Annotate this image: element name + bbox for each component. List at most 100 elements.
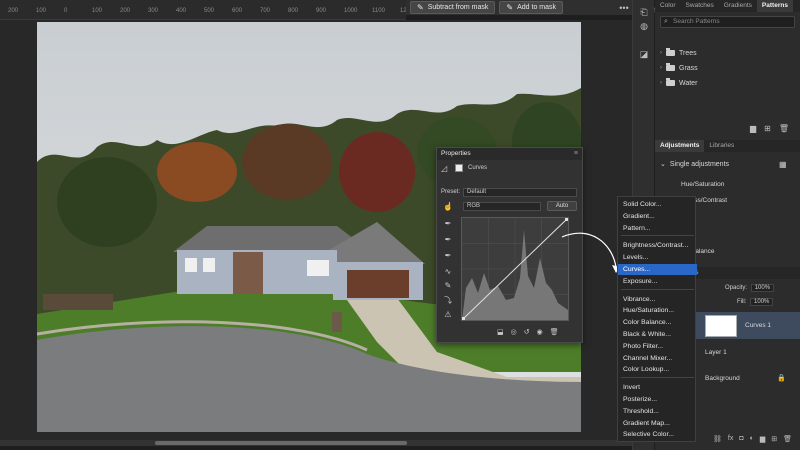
menu-item-color-lookup[interactable]: Color Lookup... [618, 364, 697, 375]
menu-item-threshold[interactable]: Threshold... [618, 406, 697, 417]
curves-histogram [461, 217, 569, 321]
panel-menu-icon[interactable]: ≡ [574, 150, 578, 158]
menu-item-hue-saturation[interactable]: Hue/Saturation... [618, 305, 697, 316]
add-to-mask-button[interactable]: ✎ Add to mask [499, 1, 564, 14]
horizontal-scrollbar[interactable] [0, 440, 632, 446]
menu-item-levels[interactable]: Levels... [618, 252, 697, 263]
ruler-tick-label: 500 [204, 8, 215, 14]
layer-mask-thumbnail [705, 315, 737, 337]
menu-item-curves[interactable]: Curves... [618, 264, 697, 275]
curves-graph[interactable] [461, 217, 569, 321]
menu-item-channel-mixer[interactable]: Channel Mixer... [618, 353, 697, 364]
menu-item-invert[interactable]: Invert [618, 382, 697, 393]
subtract-from-mask-button[interactable]: ✎ Subtract from mask [410, 1, 496, 14]
layer-name-curves: Curves 1 [745, 322, 772, 329]
folder-trees-label: Trees [679, 49, 697, 57]
menu-item-posterize[interactable]: Posterize... [618, 394, 697, 405]
add-mask-icon[interactable]: ◘ [739, 435, 743, 443]
fx-icon[interactable]: fx [728, 435, 733, 443]
menu-item-solid-color[interactable]: Solid Color... [618, 199, 697, 210]
new-layer-icon[interactable]: ⊞ [771, 435, 777, 443]
fill-control[interactable]: Fill: 100% [737, 298, 774, 306]
scrollbar-thumb[interactable] [155, 441, 407, 445]
adjustment-layer-icon[interactable]: ◐ [750, 435, 754, 443]
horizontal-ruler: 200 100 0 100 200 300 400 500 600 700 800 900 1000 11… [0, 0, 749, 20]
menu-item-gradient-map[interactable]: Gradient Map... [618, 418, 697, 429]
chevron-down-icon: ⌄ [660, 161, 666, 168]
ruler-tick-label: 800 [288, 8, 299, 14]
menu-item-color-balance[interactable]: Color Balance... [618, 317, 697, 328]
target-adjust-icon[interactable]: ☝ [441, 202, 455, 214]
folder-grass[interactable]: › Grass [660, 63, 698, 73]
search-patterns-input[interactable]: ⌕ Search Patterns [660, 16, 795, 28]
delete-pattern-icon[interactable]: 🗑 [779, 124, 789, 133]
ruler-tick-label: 200 [120, 8, 131, 14]
delete-layer-icon[interactable]: 🗑 [783, 435, 792, 443]
single-adjustments-header[interactable]: ⌄ Single adjustments [660, 160, 729, 169]
more-options-button[interactable]: ••• [616, 3, 632, 13]
search-icon: ⌕ [664, 18, 668, 25]
menu-item-pattern[interactable]: Pattern... [618, 223, 697, 234]
menu-item-brightness-contrast[interactable]: Brightness/Contrast... [618, 240, 697, 251]
folder-trees[interactable]: › Trees [660, 48, 697, 58]
eyedropper-black-icon[interactable]: ✒ [441, 219, 455, 231]
link-icon[interactable]: ⛓ [713, 435, 722, 443]
patterns-tab-gradients[interactable]: Gradients [719, 0, 757, 12]
curve-point-tool-icon[interactable]: ∿ [441, 267, 455, 279]
menu-separator [621, 235, 694, 237]
channel-select[interactable]: RGB [463, 202, 541, 211]
trash-icon[interactable]: 🗑 [550, 328, 559, 336]
eyedropper-white-icon[interactable]: ✒ [441, 251, 455, 263]
new-pattern-icon[interactable]: ⊞ [764, 124, 771, 133]
warning-icon: ⚠ [444, 310, 452, 319]
comment-icon[interactable]: ◍ [638, 20, 650, 32]
opacity-value[interactable]: 100% [750, 284, 775, 292]
patterns-tab-swatches[interactable]: Swatches [681, 0, 719, 12]
brush-plus-icon: ✎ [506, 3, 514, 12]
ruler-tick-label: 400 [176, 8, 187, 14]
reset-icon[interactable]: ↺ [524, 328, 530, 336]
grid-view-icon[interactable]: ▦ [779, 160, 787, 169]
new-group-icon[interactable]: ▆ [760, 435, 765, 443]
adjustments-tab-libraries[interactable]: Libraries [704, 140, 739, 152]
add-to-mask-label: Add to mask [517, 4, 557, 11]
adjustments-tab-adjustments[interactable]: Adjustments [655, 140, 705, 152]
preset-select[interactable]: Default [463, 188, 577, 197]
adjustments-tabs: Adjustments Libraries [655, 140, 800, 152]
ruler-tick-label: 100 [36, 8, 47, 14]
smooth-icon[interactable]: ⤵ [441, 295, 455, 307]
menu-item-photo-filter[interactable]: Photo Filter... [618, 341, 697, 352]
patterns-footer: ▆ ⊞ 🗑 [750, 124, 789, 133]
menu-item-gradient[interactable]: Gradient... [618, 211, 697, 222]
ruler-tick-label: 200 [8, 8, 19, 14]
ruler-guide-icon[interactable]: ◪ [638, 48, 650, 60]
menu-item-black-white[interactable]: Black & White... [618, 329, 697, 340]
patterns-tab-patterns[interactable]: Patterns [756, 0, 793, 12]
preset-label: Preset: [441, 189, 461, 195]
fill-value[interactable]: 100% [750, 298, 774, 306]
eyedropper-gray-icon[interactable]: ✒ [441, 235, 455, 247]
history-icon[interactable]: ⎗ [638, 6, 650, 18]
layer-mask-icon[interactable] [455, 164, 463, 172]
opacity-control[interactable]: Opacity: 100% [725, 284, 775, 292]
fill-label: Fill: [737, 299, 747, 305]
folder-water[interactable]: › Water [660, 78, 697, 88]
pencil-icon[interactable]: ✎ [441, 281, 455, 293]
preset-value: Default [467, 189, 487, 195]
menu-item-vibrance[interactable]: Vibrance... [618, 294, 697, 305]
new-group-icon[interactable]: ▆ [750, 124, 756, 133]
mask-toolbar: ✎ Subtract from mask ✎ Add to mask ••• [406, 0, 632, 15]
auto-button[interactable]: Auto [547, 201, 577, 211]
ruler-tick-label: 600 [232, 8, 243, 14]
menu-item-exposure[interactable]: Exposure... [618, 276, 697, 287]
adjustment-hue-saturation[interactable]: Hue/Saturation [681, 181, 724, 188]
visibility-icon[interactable]: ◉ [537, 328, 543, 336]
brush-minus-icon: ✎ [417, 3, 424, 12]
layers-footer: ⛓ fx ◘ ◐ ▆ ⊞ 🗑 [713, 435, 792, 443]
menu-item-selective-color[interactable]: Selective Color... [618, 429, 697, 440]
subtract-from-mask-label: Subtract from mask [427, 4, 489, 11]
folder-icon [666, 78, 675, 86]
view-previous-icon[interactable]: ◎ [511, 328, 517, 336]
clip-to-layer-icon[interactable]: ⬓ [497, 328, 504, 336]
patterns-tab-color[interactable]: Color [655, 0, 681, 12]
